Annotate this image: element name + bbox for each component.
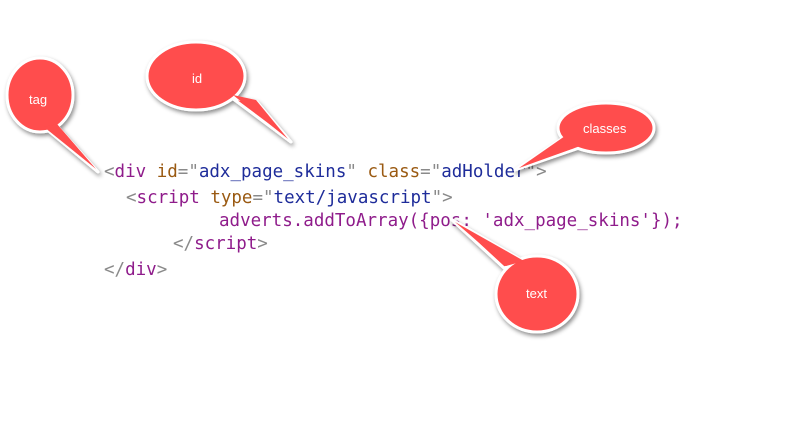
annotated-code-diagram: <div id="adx_page_skins" class="adHolder…: [0, 0, 802, 440]
callout-classes-joint: [519, 136, 583, 168]
callout-id-joint: [233, 95, 288, 139]
callout-text-joint: [455, 222, 524, 266]
callout-classes: [513, 101, 656, 172]
callout-tag: [5, 56, 100, 174]
callout-text: [449, 217, 580, 334]
callout-id: [145, 40, 293, 144]
callout-tag-joint: [44, 124, 96, 169]
callout-classes-label: classes: [583, 121, 627, 136]
callout-tag-label: tag: [29, 92, 47, 107]
callout-id-label: id: [192, 71, 202, 86]
callout-id-pointer: [230, 96, 293, 144]
callout-layer: tag id classes text: [5, 40, 656, 334]
callout-text-label: text: [526, 286, 547, 301]
